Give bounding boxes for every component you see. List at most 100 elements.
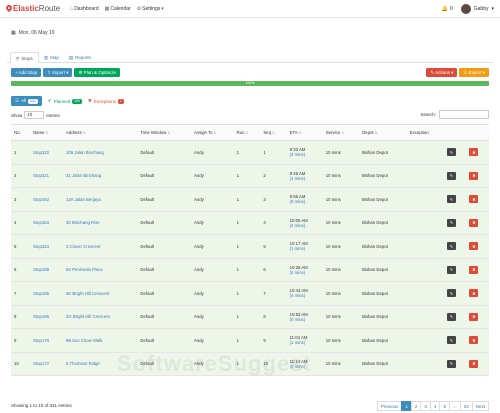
cell-address-text[interactable]: 5 Thomson Ridge (66, 361, 100, 366)
column-header[interactable]: Address ⇅ (62, 124, 138, 141)
tab-stops[interactable]: ⚲ Stops (10, 52, 39, 63)
trash-icon[interactable]: ✖ (469, 359, 479, 368)
nav-dashboard[interactable]: ⌂ Dashboard (70, 6, 99, 12)
edit-icon[interactable]: ✎ (446, 171, 456, 180)
cell-name[interactable]: Stop162 (30, 187, 63, 212)
nav-calendar[interactable]: ▦ Calendar (105, 6, 131, 12)
cell-name-text[interactable]: Stop172 (33, 361, 49, 366)
cell-address-text[interactable]: 32 Binchang Rise (66, 220, 100, 225)
cell-address-text[interactable]: 3K Bright Hill Crescent (66, 291, 109, 296)
column-header[interactable]: Assign To ⇅ (191, 124, 234, 141)
cell-eta: 10:43 AM (4 mins) (286, 281, 323, 306)
import-button[interactable]: ⇪ Import ▾ (43, 68, 73, 77)
trash-icon[interactable]: ✖ (469, 218, 479, 227)
cell-name-text[interactable]: Stop163 (33, 220, 49, 225)
cell-address-text[interactable]: 2 Clover Crescent (66, 244, 100, 249)
tab-map-label: Map (50, 55, 59, 60)
cell-address-text[interactable]: 99 Soo Chow Walk (66, 338, 102, 343)
logo[interactable]: Elastic Route (6, 4, 60, 13)
column-header-label: Depot (362, 130, 374, 135)
page-link[interactable]: Previous (376, 401, 403, 411)
trash-icon[interactable]: ✖ (469, 312, 479, 321)
trash-icon[interactable]: ✖ (469, 265, 479, 274)
notifications[interactable]: 🔔 0 (442, 6, 453, 12)
cell-address[interactable]: 93 Peninsula Place (62, 258, 138, 282)
edit-icon[interactable]: ✎ (446, 265, 456, 274)
plan-optimize-button[interactable]: ⚙ Plan & Optimize (74, 68, 121, 77)
cell-address-text[interactable]: 31 Jalan Binchang (66, 173, 101, 178)
edit-icon[interactable]: ✎ (446, 148, 456, 157)
cell-address-text[interactable]: 109 Jalan Binchang (66, 150, 104, 155)
cell-delete: ✖ (466, 140, 489, 165)
edit-icon[interactable]: ✎ (446, 242, 456, 251)
user-menu[interactable]: Gabby ▾ (460, 4, 494, 14)
cell-address-text[interactable]: 93 Peninsula Place (66, 267, 103, 272)
cell-name-text[interactable]: Stop170 (33, 338, 49, 343)
cell-seq: 1 (260, 140, 287, 165)
column-header[interactable]: ETA ⇅ (286, 124, 323, 141)
cell-address-text[interactable]: 13A Jalan Berjaya (66, 197, 101, 202)
page-link[interactable]: Next (471, 401, 489, 411)
column-header[interactable]: Name ⇅ (30, 124, 63, 141)
cell-name-text[interactable]: Stop322 (33, 150, 49, 155)
edit-icon[interactable]: ✎ (446, 218, 456, 227)
sort-icon: ⇅ (373, 131, 378, 135)
cell-name[interactable]: Stop169 (30, 258, 63, 282)
edit-icon[interactable]: ✎ (446, 289, 456, 298)
cell-name[interactable]: Stop163 (30, 211, 63, 235)
column-header[interactable]: Service ⇅ (322, 124, 360, 141)
trash-icon[interactable]: ✖ (469, 171, 479, 180)
cell-name-text[interactable]: Stop169 (33, 267, 49, 272)
edit-icon[interactable]: ✎ (446, 336, 456, 345)
cell-name-text[interactable]: Stop323 (33, 244, 49, 249)
cell-address[interactable]: 2 Clover Crescent (62, 234, 138, 259)
add-stop-button[interactable]: + Add Stop (11, 68, 42, 77)
column-header[interactable]: No. (11, 124, 30, 141)
cell-name[interactable]: Stop165 (30, 281, 63, 306)
filter-exceptions[interactable]: ✖ Exceptions 1 (88, 98, 124, 104)
tab-map[interactable]: ▥ Map (39, 52, 64, 62)
cell-name-text[interactable]: Stop321 (33, 173, 49, 178)
trash-icon[interactable]: ✖ (469, 195, 479, 204)
export-button[interactable]: ⇩ Export ▾ (459, 68, 489, 77)
cell-address[interactable]: 3K Bright Hill Crescent (62, 281, 138, 306)
edit-icon[interactable]: ✎ (446, 359, 456, 368)
dashboard-icon: ⌂ (70, 5, 74, 12)
page-size-select[interactable]: 10 (24, 111, 45, 119)
cell-name[interactable]: Stop323 (30, 234, 63, 259)
column-header[interactable]: Time Window ⇅ (137, 124, 192, 141)
cell-address[interactable]: 32 Binchang Rise (62, 211, 138, 235)
cell-name[interactable]: Stop322 (30, 140, 63, 165)
column-header[interactable]: Seq ⇅ (260, 124, 287, 141)
cell-name[interactable]: Stop170 (30, 328, 63, 353)
nav-settings[interactable]: ⚙ Settings ▾ (137, 6, 164, 12)
column-header[interactable]: Run ⇅ (233, 124, 261, 141)
cell-no: 4 (11, 211, 30, 235)
cell-name-text[interactable]: Stop162 (33, 197, 49, 202)
cell-name[interactable]: Stop166 (30, 305, 63, 329)
cell-name-text[interactable]: Stop166 (33, 314, 49, 319)
filter-all[interactable]: ☰ All 331 (11, 96, 42, 106)
trash-icon[interactable]: ✖ (469, 148, 479, 157)
cell-address[interactable]: 99 Soo Chow Walk (62, 328, 138, 353)
edit-icon[interactable]: ✎ (446, 195, 456, 204)
cell-address-text[interactable]: 2G Bright Hill Crescent (66, 314, 110, 319)
cell-address[interactable]: 31 Jalan Binchang (62, 164, 138, 188)
exceptions-count-badge: 1 (117, 98, 124, 104)
cell-address[interactable]: 13A Jalan Berjaya (62, 187, 138, 212)
trash-icon[interactable]: ✖ (469, 336, 479, 345)
trash-icon[interactable]: ✖ (469, 242, 479, 251)
trash-icon[interactable]: ✖ (469, 289, 479, 298)
cell-address[interactable]: 2G Bright Hill Crescent (62, 305, 138, 329)
search-input[interactable] (439, 110, 489, 119)
cell-address[interactable]: 109 Jalan Binchang (62, 140, 138, 165)
actions-button[interactable]: ✎ Actions ▾ (426, 68, 458, 77)
edit-icon[interactable]: ✎ (446, 312, 456, 321)
cell-name[interactable]: Stop172 (30, 352, 63, 376)
tab-reports[interactable]: ▤ Reports (64, 52, 96, 62)
column-header[interactable]: Exception (406, 124, 444, 141)
column-header[interactable]: Depot ⇅ (359, 124, 407, 141)
cell-name-text[interactable]: Stop165 (33, 291, 49, 296)
cell-name[interactable]: Stop321 (30, 164, 63, 188)
filter-planned[interactable]: ✔ Planned 330 (48, 98, 83, 104)
